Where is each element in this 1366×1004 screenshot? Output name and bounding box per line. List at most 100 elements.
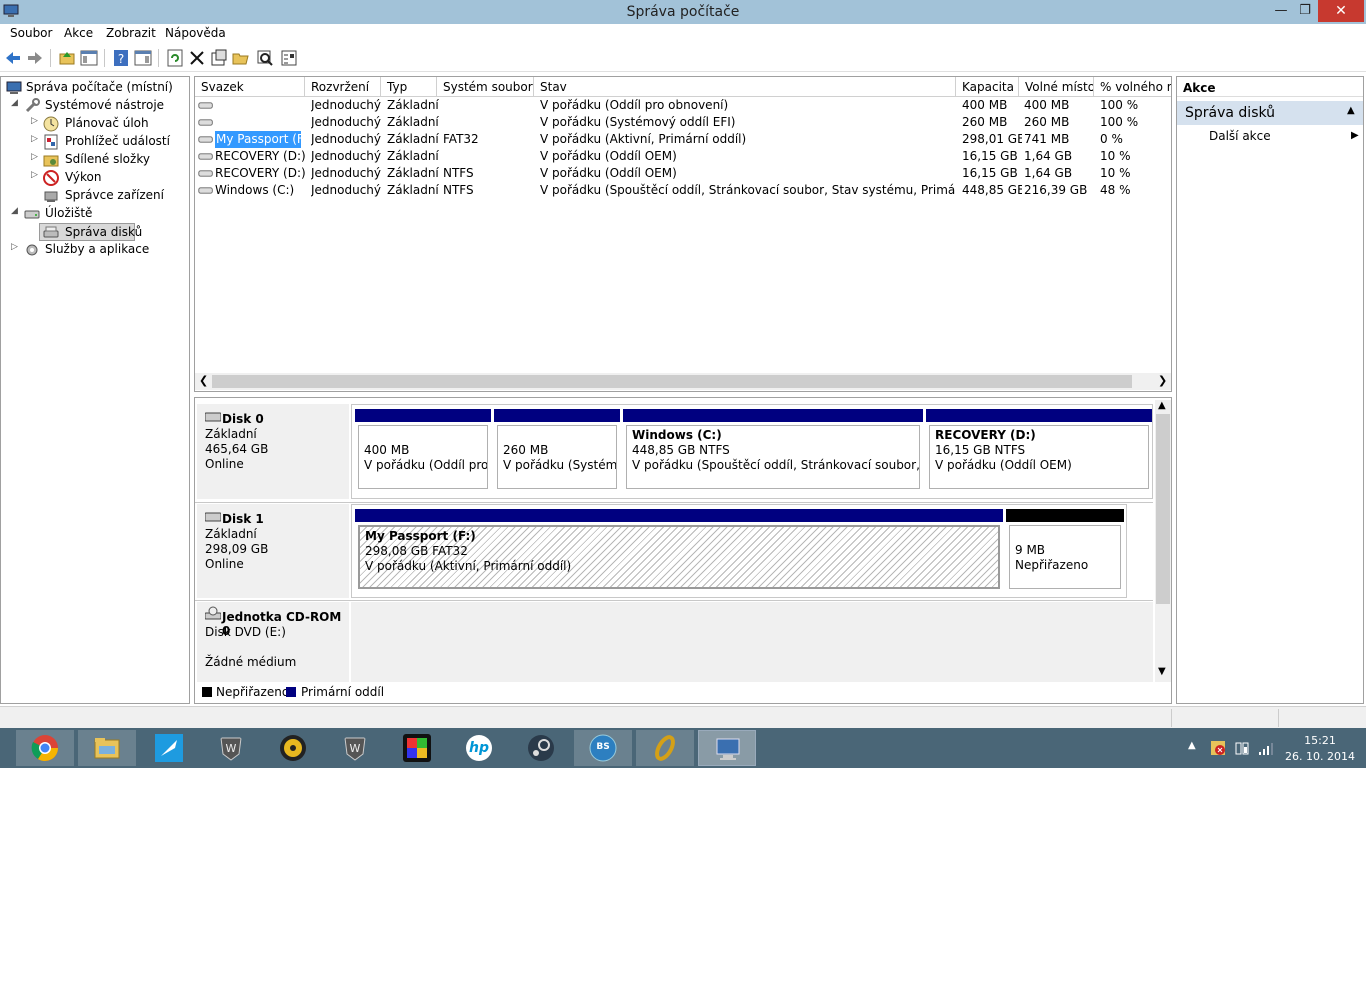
column-header-free-space[interactable]: Volné místo: [1019, 77, 1094, 97]
partition-size: 448,85 GB NTFS: [632, 443, 730, 457]
vertical-scrollbar[interactable]: ▲ ▼: [1155, 400, 1171, 682]
action-more[interactable]: Další akce ▶: [1177, 127, 1363, 147]
scroll-down-icon[interactable]: ▼: [1158, 666, 1166, 677]
partition-recovery-d[interactable]: RECOVERY (D:) 16,15 GB NTFS V pořádku (O…: [926, 409, 1152, 493]
taskbar-chrome[interactable]: [16, 730, 74, 766]
show-hide-action-pane-icon[interactable]: [134, 49, 152, 67]
partition-efi[interactable]: 260 MB V pořádku (Systémov: [494, 409, 620, 493]
menu-help[interactable]: Nápověda: [165, 26, 226, 40]
tree-item-performance[interactable]: ▷ Výkon: [1, 169, 189, 187]
column-header-status[interactable]: Stav: [534, 77, 956, 97]
expand-arrow-icon[interactable]: ▷: [11, 242, 18, 252]
menu-file[interactable]: Soubor: [10, 26, 52, 40]
taskbar-disc-burner[interactable]: [264, 730, 322, 766]
forward-arrow-icon[interactable]: [26, 49, 44, 67]
taskbar-hp[interactable]: hp: [450, 730, 508, 766]
actions-section[interactable]: Správa disků ▲: [1177, 101, 1363, 125]
up-folder-icon[interactable]: [58, 49, 76, 67]
partition-my-passport[interactable]: My Passport (F:) 298,08 GB FAT32 V pořád…: [355, 509, 1003, 593]
collapse-arrow-icon[interactable]: ◢: [11, 98, 18, 108]
maximize-button[interactable]: ❐: [1288, 0, 1322, 22]
partition-windows-c[interactable]: Windows (C:) 448,85 GB NTFS V pořádku (S…: [623, 409, 923, 493]
tree-item-shared-folders[interactable]: ▷ Sdílené složky: [1, 151, 189, 169]
title-bar: Správa počítače — ❐ ✕: [0, 0, 1366, 24]
collapse-up-icon[interactable]: ▲: [1347, 105, 1355, 116]
taskbar-rocket-app[interactable]: [140, 730, 198, 766]
network-signal-icon[interactable]: [1258, 740, 1274, 756]
taskbar-steam[interactable]: [512, 730, 570, 766]
partition-recovery[interactable]: 400 MB V pořádku (Oddíl pro ol: [355, 409, 491, 493]
partition-size: 260 MB: [503, 443, 549, 457]
disk-0-info[interactable]: Disk 0 Základní 465,64 GB Online: [197, 404, 349, 499]
volume-type: Základní: [387, 98, 439, 112]
table-row[interactable]: Windows (C:) Jednoduchý Základní NTFS V pořá…: [195, 182, 1171, 199]
tree-item-storage[interactable]: ◢ Úložiště: [1, 205, 189, 223]
column-header-percent-free[interactable]: % volného mí: [1094, 77, 1171, 97]
open-folder-icon[interactable]: [232, 49, 250, 67]
disk-1-size: 298,09 GB: [205, 542, 269, 556]
back-arrow-icon[interactable]: [4, 49, 22, 67]
horizontal-scrollbar[interactable]: ❮ ❯: [195, 373, 1171, 390]
column-header-layout[interactable]: Rozvržení: [305, 77, 381, 97]
help-icon[interactable]: ?: [112, 49, 130, 67]
volume-type: Základní: [387, 166, 439, 180]
clock-time[interactable]: 15:21: [1280, 734, 1360, 747]
primary-swatch: [286, 687, 296, 697]
storage-icon: [24, 210, 40, 219]
taskbar-file-explorer[interactable]: [78, 730, 136, 766]
tree-item-device-manager[interactable]: Správce zařízení: [1, 187, 189, 205]
column-header-volume[interactable]: Svazek: [195, 77, 305, 97]
delete-icon[interactable]: [188, 49, 206, 67]
expand-arrow-icon[interactable]: ▷: [31, 152, 38, 162]
scrollbar-thumb[interactable]: [212, 375, 1132, 388]
cdrom-info[interactable]: Jednotka CD-ROM 0 Disk DVD (E:) Žádné mé…: [197, 602, 349, 682]
column-header-type[interactable]: Typ: [381, 77, 437, 97]
action-center-icon[interactable]: [1210, 740, 1226, 756]
table-row[interactable]: RECOVERY (D:) Jednoduchý Základní NTFS V poř…: [195, 165, 1171, 182]
tree-item-system-tools[interactable]: ◢ Systémové nástroje: [1, 97, 189, 115]
table-row[interactable]: Jednoduchý Základní V pořádku (Systémový o…: [195, 114, 1171, 131]
show-hidden-icons[interactable]: ▲: [1188, 740, 1196, 751]
disk-1-info[interactable]: Disk 1 Základní 298,09 GB Online: [197, 504, 349, 598]
volume-status: V pořádku (Oddíl OEM): [540, 166, 677, 180]
scroll-up-icon[interactable]: ▲: [1158, 400, 1166, 411]
expand-arrow-icon[interactable]: ▷: [31, 116, 38, 126]
collapse-arrow-icon[interactable]: ◢: [11, 206, 18, 216]
volume-capacity: 16,15 GB: [962, 166, 1018, 180]
scrollbar-thumb[interactable]: [1156, 414, 1170, 604]
taskbar-computer-management[interactable]: [698, 730, 756, 766]
battery-icon[interactable]: [1234, 740, 1250, 756]
tree-item-disk-management[interactable]: Správa disků: [39, 223, 142, 241]
partition-unallocated[interactable]: 9 MB Nepřiřazeno: [1006, 509, 1124, 593]
volume-name: [215, 114, 305, 131]
scroll-right-icon[interactable]: ❯: [1158, 374, 1167, 387]
taskbar-colorful-app[interactable]: [388, 730, 446, 766]
taskbar-world-of-tanks[interactable]: W: [202, 730, 260, 766]
magnifier-icon[interactable]: [256, 49, 274, 67]
tree-item-task-scheduler[interactable]: ▷ Plánovač úloh: [1, 115, 189, 133]
close-button[interactable]: ✕: [1318, 0, 1364, 22]
table-row[interactable]: RECOVERY (D:) Jednoduchý Základní V pořádku…: [195, 148, 1171, 165]
taskbar-world-of-tanks-2[interactable]: W: [326, 730, 384, 766]
table-row[interactable]: Jednoduchý Základní V pořádku (Oddíl pro o…: [195, 97, 1171, 114]
expand-arrow-icon[interactable]: ▷: [31, 170, 38, 180]
column-header-filesystem[interactable]: Systém souborů: [437, 77, 534, 97]
checklist-icon[interactable]: [280, 49, 298, 67]
show-hide-tree-icon[interactable]: [80, 49, 98, 67]
taskbar-bluestacks[interactable]: BS: [574, 730, 632, 766]
properties-icon[interactable]: [210, 49, 228, 67]
menu-view[interactable]: Zobrazit: [106, 26, 156, 40]
table-row[interactable]: My Passport (F:) Jednoduchý Základní FAT32 V…: [195, 131, 1171, 148]
taskbar-ring-app[interactable]: [636, 730, 694, 766]
rocket-app-icon: [155, 734, 183, 762]
refresh-icon[interactable]: [166, 49, 184, 67]
column-header-capacity[interactable]: Kapacita: [956, 77, 1019, 97]
actions-section-title: Správa disků: [1185, 105, 1276, 121]
expand-arrow-icon[interactable]: ▷: [31, 134, 38, 144]
tree-item-event-viewer[interactable]: ▷ Prohlížeč událostí: [1, 133, 189, 151]
menu-action[interactable]: Akce: [64, 26, 93, 40]
tree-item-services-apps[interactable]: ▷ Služby a aplikace: [1, 241, 189, 259]
scroll-left-icon[interactable]: ❮: [199, 374, 208, 387]
tree-item-computer-management[interactable]: Správa počítače (místní): [1, 79, 189, 97]
clock-date[interactable]: 26. 10. 2014: [1280, 750, 1360, 763]
